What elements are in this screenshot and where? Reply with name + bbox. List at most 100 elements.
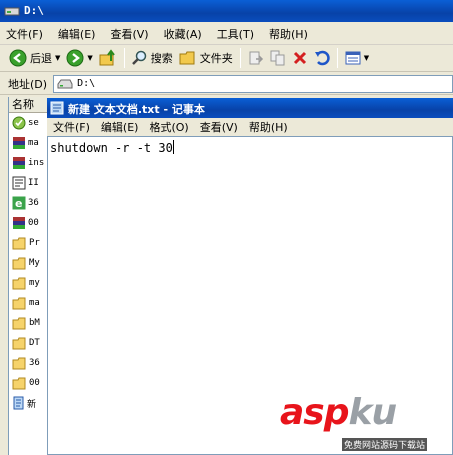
file-list-item-label: 36	[29, 358, 40, 368]
delete-icon	[293, 51, 306, 65]
file-list-item[interactable]: ins	[9, 153, 48, 173]
document-icon	[12, 176, 28, 190]
menu-favorites[interactable]: 收藏(A)	[164, 26, 202, 42]
watermark-logo-tail: ku	[348, 392, 398, 433]
search-label: 搜索	[150, 52, 173, 65]
folder-icon	[12, 257, 29, 270]
copy-to-icon	[270, 50, 285, 66]
address-label: 地址(D)	[8, 77, 48, 91]
file-list-item[interactable]: e 36	[9, 193, 48, 213]
setup-icon	[12, 116, 28, 130]
back-label: 后退	[30, 52, 52, 65]
file-list-item-label: ins	[28, 158, 45, 168]
file-list-item-label: 36	[28, 198, 39, 208]
file-list: 名称 se ma ins II e 36 00 Pr My my ma bM DT 36 00 新	[8, 97, 48, 455]
menu-help[interactable]: 帮助(H)	[269, 26, 308, 42]
address-input[interactable]: D:\	[53, 74, 453, 93]
notepad-menubar: 文件(F) 编辑(E) 格式(O) 查看(V) 帮助(H)	[47, 118, 453, 136]
file-list-item[interactable]: se	[9, 113, 48, 133]
search-icon	[131, 50, 147, 65]
move-to-button[interactable]	[245, 47, 267, 70]
file-list-item-label: bM	[29, 318, 40, 328]
menu-tools[interactable]: 工具(T)	[217, 26, 254, 42]
search-button[interactable]: 搜索	[129, 47, 176, 70]
np-menu-view[interactable]: 查看(V)	[200, 119, 238, 135]
file-list-item[interactable]: Pr	[9, 233, 48, 253]
file-list-item[interactable]: 36	[9, 353, 48, 373]
undo-icon	[314, 50, 330, 66]
views-icon	[345, 51, 361, 65]
delete-button[interactable]	[289, 47, 311, 70]
explorer-menubar: 文件(F) 编辑(E) 查看(V) 收藏(A) 工具(T) 帮助(H)	[0, 23, 453, 45]
file-list-item-label: ma	[28, 138, 39, 148]
file-list-item[interactable]: ma	[9, 293, 48, 313]
archive-icon	[12, 156, 28, 170]
menu-view[interactable]: 查看(V)	[110, 26, 148, 42]
text-file-icon	[12, 396, 27, 410]
column-header-name[interactable]: 名称	[9, 97, 48, 113]
archive-icon	[12, 216, 28, 230]
copy-to-button[interactable]	[267, 47, 289, 70]
up-folder-button[interactable]	[96, 47, 120, 70]
folder-icon	[12, 297, 29, 310]
menu-edit[interactable]: 编辑(E)	[58, 26, 96, 42]
watermark-subtitle: 免费网站源码下载站	[342, 438, 428, 451]
explorer-toolbar: 后退 ▼ ▼ 搜索 文件夹 ▼	[0, 45, 453, 72]
watermark-logo: aspku	[280, 392, 398, 433]
watermark: aspku 免费网站源码下载站	[280, 392, 453, 455]
file-list-item-label: My	[29, 258, 40, 268]
chevron-down-icon[interactable]: ▼	[364, 54, 369, 62]
folder-icon	[179, 51, 195, 65]
explorer-title: D:\	[24, 4, 44, 17]
forward-arrow-icon	[66, 49, 84, 67]
toolbar-separator	[239, 48, 241, 68]
np-menu-help[interactable]: 帮助(H)	[249, 119, 288, 135]
file-list-item-label: 新	[27, 399, 37, 410]
folder-icon	[12, 357, 29, 370]
ie-icon: e	[12, 196, 28, 210]
back-arrow-icon	[9, 49, 27, 67]
archive-icon	[12, 136, 28, 150]
svg-text:e: e	[15, 197, 22, 210]
folders-button[interactable]: 文件夹	[176, 47, 236, 70]
np-menu-format[interactable]: 格式(O)	[149, 119, 188, 135]
folder-icon	[12, 317, 29, 330]
file-list-item-label: DT	[29, 338, 40, 348]
folder-icon	[12, 277, 29, 290]
folder-up-icon	[99, 49, 115, 66]
undo-button[interactable]	[311, 47, 333, 70]
move-to-icon	[249, 51, 263, 65]
file-list-item-label: 00	[28, 218, 39, 228]
file-list-item[interactable]: ma	[9, 133, 48, 153]
file-list-item[interactable]: my	[9, 273, 48, 293]
file-list-item[interactable]: DT	[9, 333, 48, 353]
back-button[interactable]: 后退 ▼	[6, 47, 63, 70]
file-list-item[interactable]: 00	[9, 373, 48, 393]
notepad-icon	[50, 101, 64, 115]
chevron-down-icon[interactable]: ▼	[55, 54, 60, 62]
address-value: D:\	[77, 78, 96, 89]
file-list-item-label: my	[29, 278, 40, 288]
file-list-item[interactable]: 00	[9, 213, 48, 233]
views-button[interactable]: ▼	[342, 47, 372, 70]
np-menu-edit[interactable]: 编辑(E)	[101, 119, 139, 135]
toolbar-separator	[123, 48, 125, 68]
file-list-item-label: II	[28, 178, 39, 188]
folder-icon	[12, 377, 29, 390]
file-list-item-label: ma	[29, 298, 40, 308]
chevron-down-icon[interactable]: ▼	[87, 54, 92, 62]
text-caret	[172, 140, 174, 154]
file-list-item-label: se	[28, 118, 39, 128]
file-list-item[interactable]: II	[9, 173, 48, 193]
np-menu-file[interactable]: 文件(F)	[53, 119, 90, 135]
notepad-content: shutdown -r -t 30	[50, 141, 173, 155]
file-list-item[interactable]: bM	[9, 313, 48, 333]
file-list-item-label: 00	[29, 378, 40, 388]
notepad-title-bar[interactable]: 新建 文本文档.txt - 记事本	[47, 98, 453, 118]
forward-button[interactable]: ▼	[63, 47, 95, 70]
address-bar: 地址(D) D:\	[0, 73, 453, 95]
folders-label: 文件夹	[199, 52, 233, 65]
menu-file[interactable]: 文件(F)	[6, 26, 43, 42]
file-list-item[interactable]: My	[9, 253, 48, 273]
file-list-item[interactable]: 新	[9, 393, 48, 413]
